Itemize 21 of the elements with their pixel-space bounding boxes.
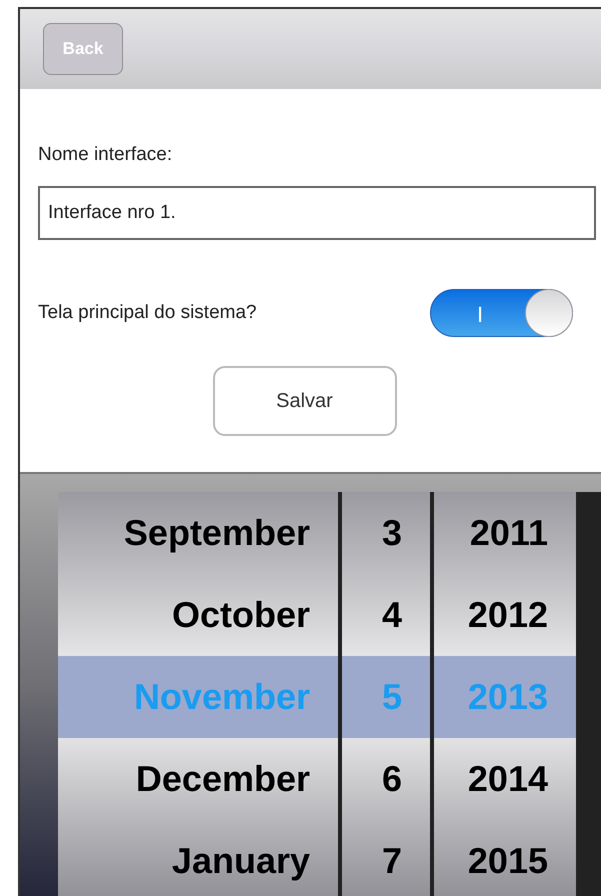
picker-wheel[interactable]: 2011 2012 2013 2014 2015: [434, 492, 576, 896]
picker-item[interactable]: 6: [342, 738, 430, 820]
main-screen-label: Tela principal do sistema?: [38, 300, 258, 325]
picker-item[interactable]: 2015: [434, 820, 576, 896]
picker-wheel[interactable]: September October November December January: [58, 492, 338, 896]
picker-item[interactable]: January: [58, 820, 338, 896]
picker-item[interactable]: 2014: [434, 738, 576, 820]
picker-wheel[interactable]: 3 4 5 6 7: [342, 492, 430, 896]
picker-item[interactable]: September: [58, 492, 338, 574]
name-input-field[interactable]: Interface nro 1.: [38, 186, 596, 240]
picker-item[interactable]: 4: [342, 574, 430, 656]
save-button[interactable]: Salvar: [212, 366, 396, 436]
picker-item[interactable]: 7: [342, 820, 430, 896]
toggle-glyph: I: [477, 301, 484, 329]
name-label: Nome interface:: [38, 143, 174, 167]
picker-item[interactable]: 2012: [434, 574, 576, 656]
picker-item[interactable]: December: [58, 738, 338, 820]
picker-item[interactable]: 2011: [434, 492, 576, 574]
picker-item[interactable]: October: [58, 574, 338, 656]
toggle-thumb: [525, 289, 573, 337]
picker-item[interactable]: 3: [342, 492, 430, 574]
